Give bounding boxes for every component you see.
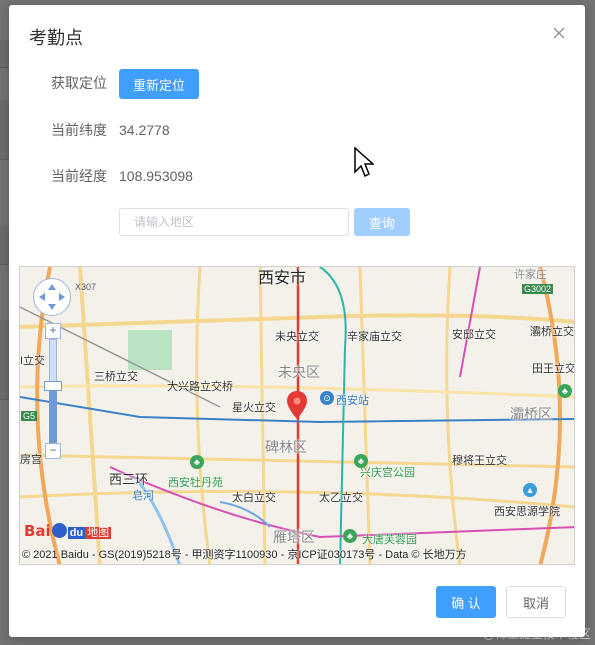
- zoom-out-button[interactable]: −: [45, 443, 61, 459]
- map-poi-label: I立交: [20, 355, 46, 367]
- zoom-slider-thumb[interactable]: [44, 381, 62, 391]
- map-road-label: X307: [75, 282, 97, 292]
- map-district-label: 碑林区: [265, 439, 307, 455]
- confirm-button[interactable]: 确 认: [436, 586, 496, 618]
- map-poi-label: 兴庆宫公园: [360, 467, 415, 479]
- get-location-label: 获取定位: [51, 75, 107, 91]
- map-poi-label: 安邸立交: [452, 329, 496, 341]
- park-icon[interactable]: ♣: [190, 455, 204, 469]
- map-road-label: 西三环: [109, 472, 149, 487]
- zoom-in-button[interactable]: +: [45, 323, 61, 339]
- longitude-value: 108.953098: [119, 168, 193, 184]
- map-poi-label: 许家庄: [514, 269, 547, 281]
- location-marker-icon[interactable]: [287, 391, 307, 419]
- map-district-label: 雁塔区: [273, 529, 315, 545]
- map-district-label: 未央区: [278, 364, 320, 380]
- park-icon[interactable]: ♣: [343, 529, 357, 543]
- map-poi-label: 大唐芙蓉园: [362, 534, 417, 546]
- cancel-button[interactable]: 取消: [506, 586, 566, 618]
- latitude-value: 34.2778: [119, 122, 170, 138]
- mouse-cursor-icon: [354, 147, 374, 178]
- map-poi-label: 西安思源学院: [494, 506, 560, 518]
- map-copyright: © 2021 Baidu - GS(2019)5218号 - 甲测资字11009…: [22, 549, 467, 561]
- map-poi-label: 太乙立交: [319, 492, 363, 504]
- relocate-button[interactable]: 重新定位: [119, 69, 199, 99]
- map-poi-label: 西安牡丹苑: [168, 477, 223, 489]
- map-highway-badge: G3002: [522, 284, 554, 294]
- park-icon[interactable]: ♣: [354, 454, 368, 468]
- logo-map-text: 地图: [85, 527, 112, 539]
- map-poi-label: 田王立交: [532, 363, 575, 375]
- search-button[interactable]: 查询: [354, 208, 410, 236]
- map-poi-label: 星火立交: [232, 402, 276, 414]
- map-poi-label: 穆将王立交: [452, 455, 507, 467]
- map-poi-label: 太白立交: [232, 492, 276, 504]
- close-icon[interactable]: [551, 25, 567, 41]
- map-poi-label: 房宫: [20, 454, 42, 466]
- train-station-icon[interactable]: ⊙: [320, 391, 334, 405]
- dialog-title: 考勤点: [29, 28, 83, 48]
- latitude-label: 当前纬度: [51, 122, 107, 138]
- watermark: @稀土掘金技术社区: [482, 627, 591, 641]
- map-poi-label: 灞桥立交: [530, 326, 574, 338]
- baidu-map[interactable]: 西安市 未央立交 辛家庙立交 安邸立交 灞桥立交 田王立交 三桥立交 大兴路立交…: [19, 266, 575, 565]
- map-road-label: 皂河: [132, 490, 154, 502]
- logo-bai-text: Bai: [24, 522, 51, 540]
- map-poi-label: 辛家庙立交: [347, 331, 402, 343]
- park-icon[interactable]: ♣: [558, 384, 572, 398]
- map-highway-badge: G5: [21, 411, 38, 421]
- baidu-paw-icon: [51, 523, 67, 538]
- baidu-map-logo[interactable]: Bai du 地图: [24, 522, 112, 544]
- longitude-label: 当前经度: [51, 168, 107, 184]
- attendance-point-dialog: 考勤点 获取定位 重新定位 当前纬度 34.2778 当前经度 108.9530…: [9, 5, 585, 637]
- logo-du-text: du: [67, 527, 86, 539]
- pan-control-icon[interactable]: [33, 278, 71, 316]
- region-search-input[interactable]: [119, 208, 349, 236]
- map-poi-label: 未央立交: [275, 331, 319, 343]
- map-city-label: 西安市: [258, 270, 307, 287]
- map-poi-label: 三桥立交: [94, 371, 138, 383]
- map-poi-label: 西安站: [336, 395, 369, 407]
- school-icon[interactable]: ▲: [523, 483, 537, 497]
- map-poi-label: 大兴路立交桥: [167, 381, 233, 393]
- map-district-label: 灞桥区: [510, 406, 552, 422]
- zoom-slider-fill: [49, 387, 57, 447]
